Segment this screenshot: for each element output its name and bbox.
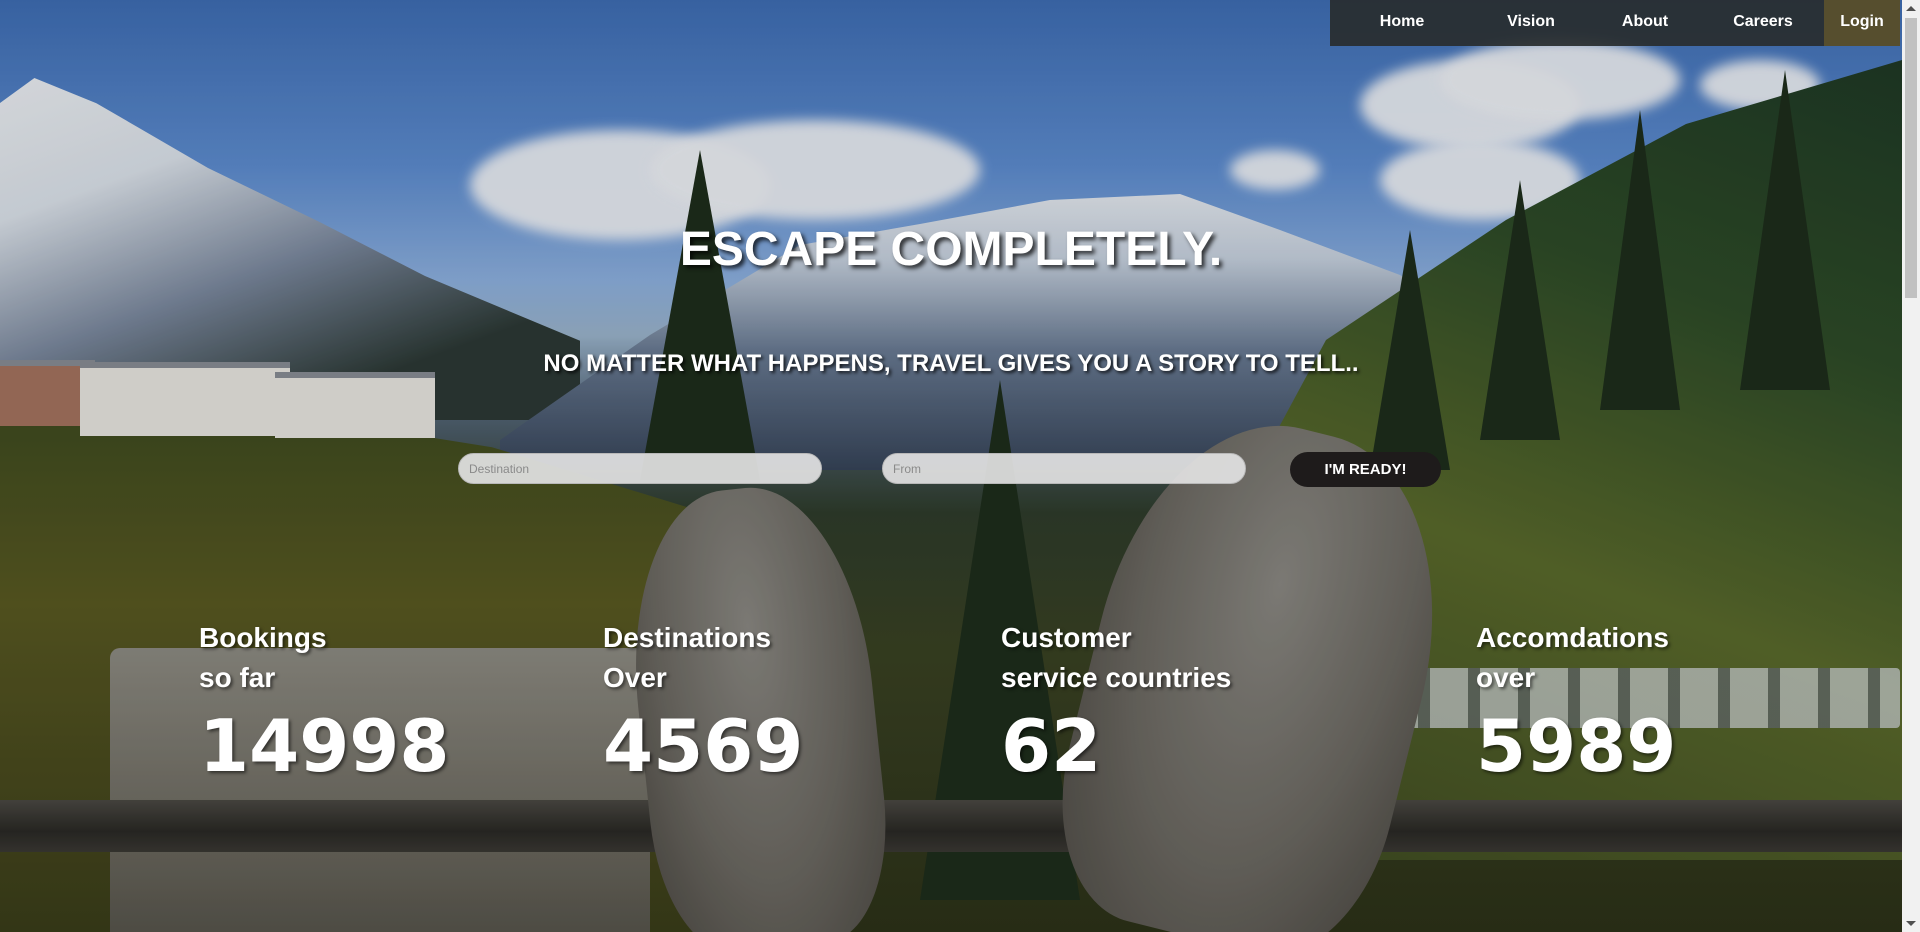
stat-destinations: Destinations Over 4569 xyxy=(603,618,803,786)
stat-label-line2: so far xyxy=(199,662,276,693)
stat-label-line1: Customer xyxy=(1001,622,1132,653)
from-input[interactable] xyxy=(882,453,1246,484)
stat-value: 4569 xyxy=(603,704,804,788)
nav-home-link[interactable]: Home xyxy=(1330,0,1474,46)
stat-value: 62 xyxy=(1001,704,1102,788)
stat-bookings: Bookings so far 14998 xyxy=(199,618,450,786)
nav-careers-link[interactable]: Careers xyxy=(1702,0,1824,46)
nav-about-link[interactable]: About xyxy=(1588,0,1702,46)
page-scrollbar[interactable] xyxy=(1902,0,1920,932)
destination-input[interactable] xyxy=(458,453,822,484)
hero-title: ESCAPE COMPLETELY. xyxy=(679,223,1223,276)
stat-label-line1: Accomdations xyxy=(1476,622,1669,653)
stat-accommodations: Accomdations over 5989 xyxy=(1476,618,1676,786)
stat-customer-service-countries: Customer service countries 62 xyxy=(1001,618,1231,786)
stat-label-line2: service countries xyxy=(1001,662,1232,693)
nav-vision-link[interactable]: Vision xyxy=(1474,0,1588,46)
stat-label-line2: Over xyxy=(603,662,667,693)
page: Home Vision About Careers Login ESCAPE C… xyxy=(0,0,1920,932)
scrollbar-thumb[interactable] xyxy=(1905,18,1917,298)
top-nav: Home Vision About Careers Login xyxy=(1330,0,1900,46)
stat-label-line1: Bookings xyxy=(199,622,327,653)
im-ready-button[interactable]: I'M READY! xyxy=(1290,452,1441,487)
stat-value: 14998 xyxy=(199,704,450,788)
scroll-down-arrow-icon[interactable] xyxy=(1906,921,1916,926)
scroll-up-arrow-icon[interactable] xyxy=(1906,6,1916,11)
nav-login-button[interactable]: Login xyxy=(1824,0,1900,46)
stat-label-line1: Destinations xyxy=(603,622,772,653)
stat-value: 5989 xyxy=(1476,704,1677,788)
stat-label-line2: over xyxy=(1476,662,1536,693)
hero-subtitle: NO MATTER WHAT HAPPENS, TRAVEL GIVES YOU… xyxy=(543,350,1359,377)
